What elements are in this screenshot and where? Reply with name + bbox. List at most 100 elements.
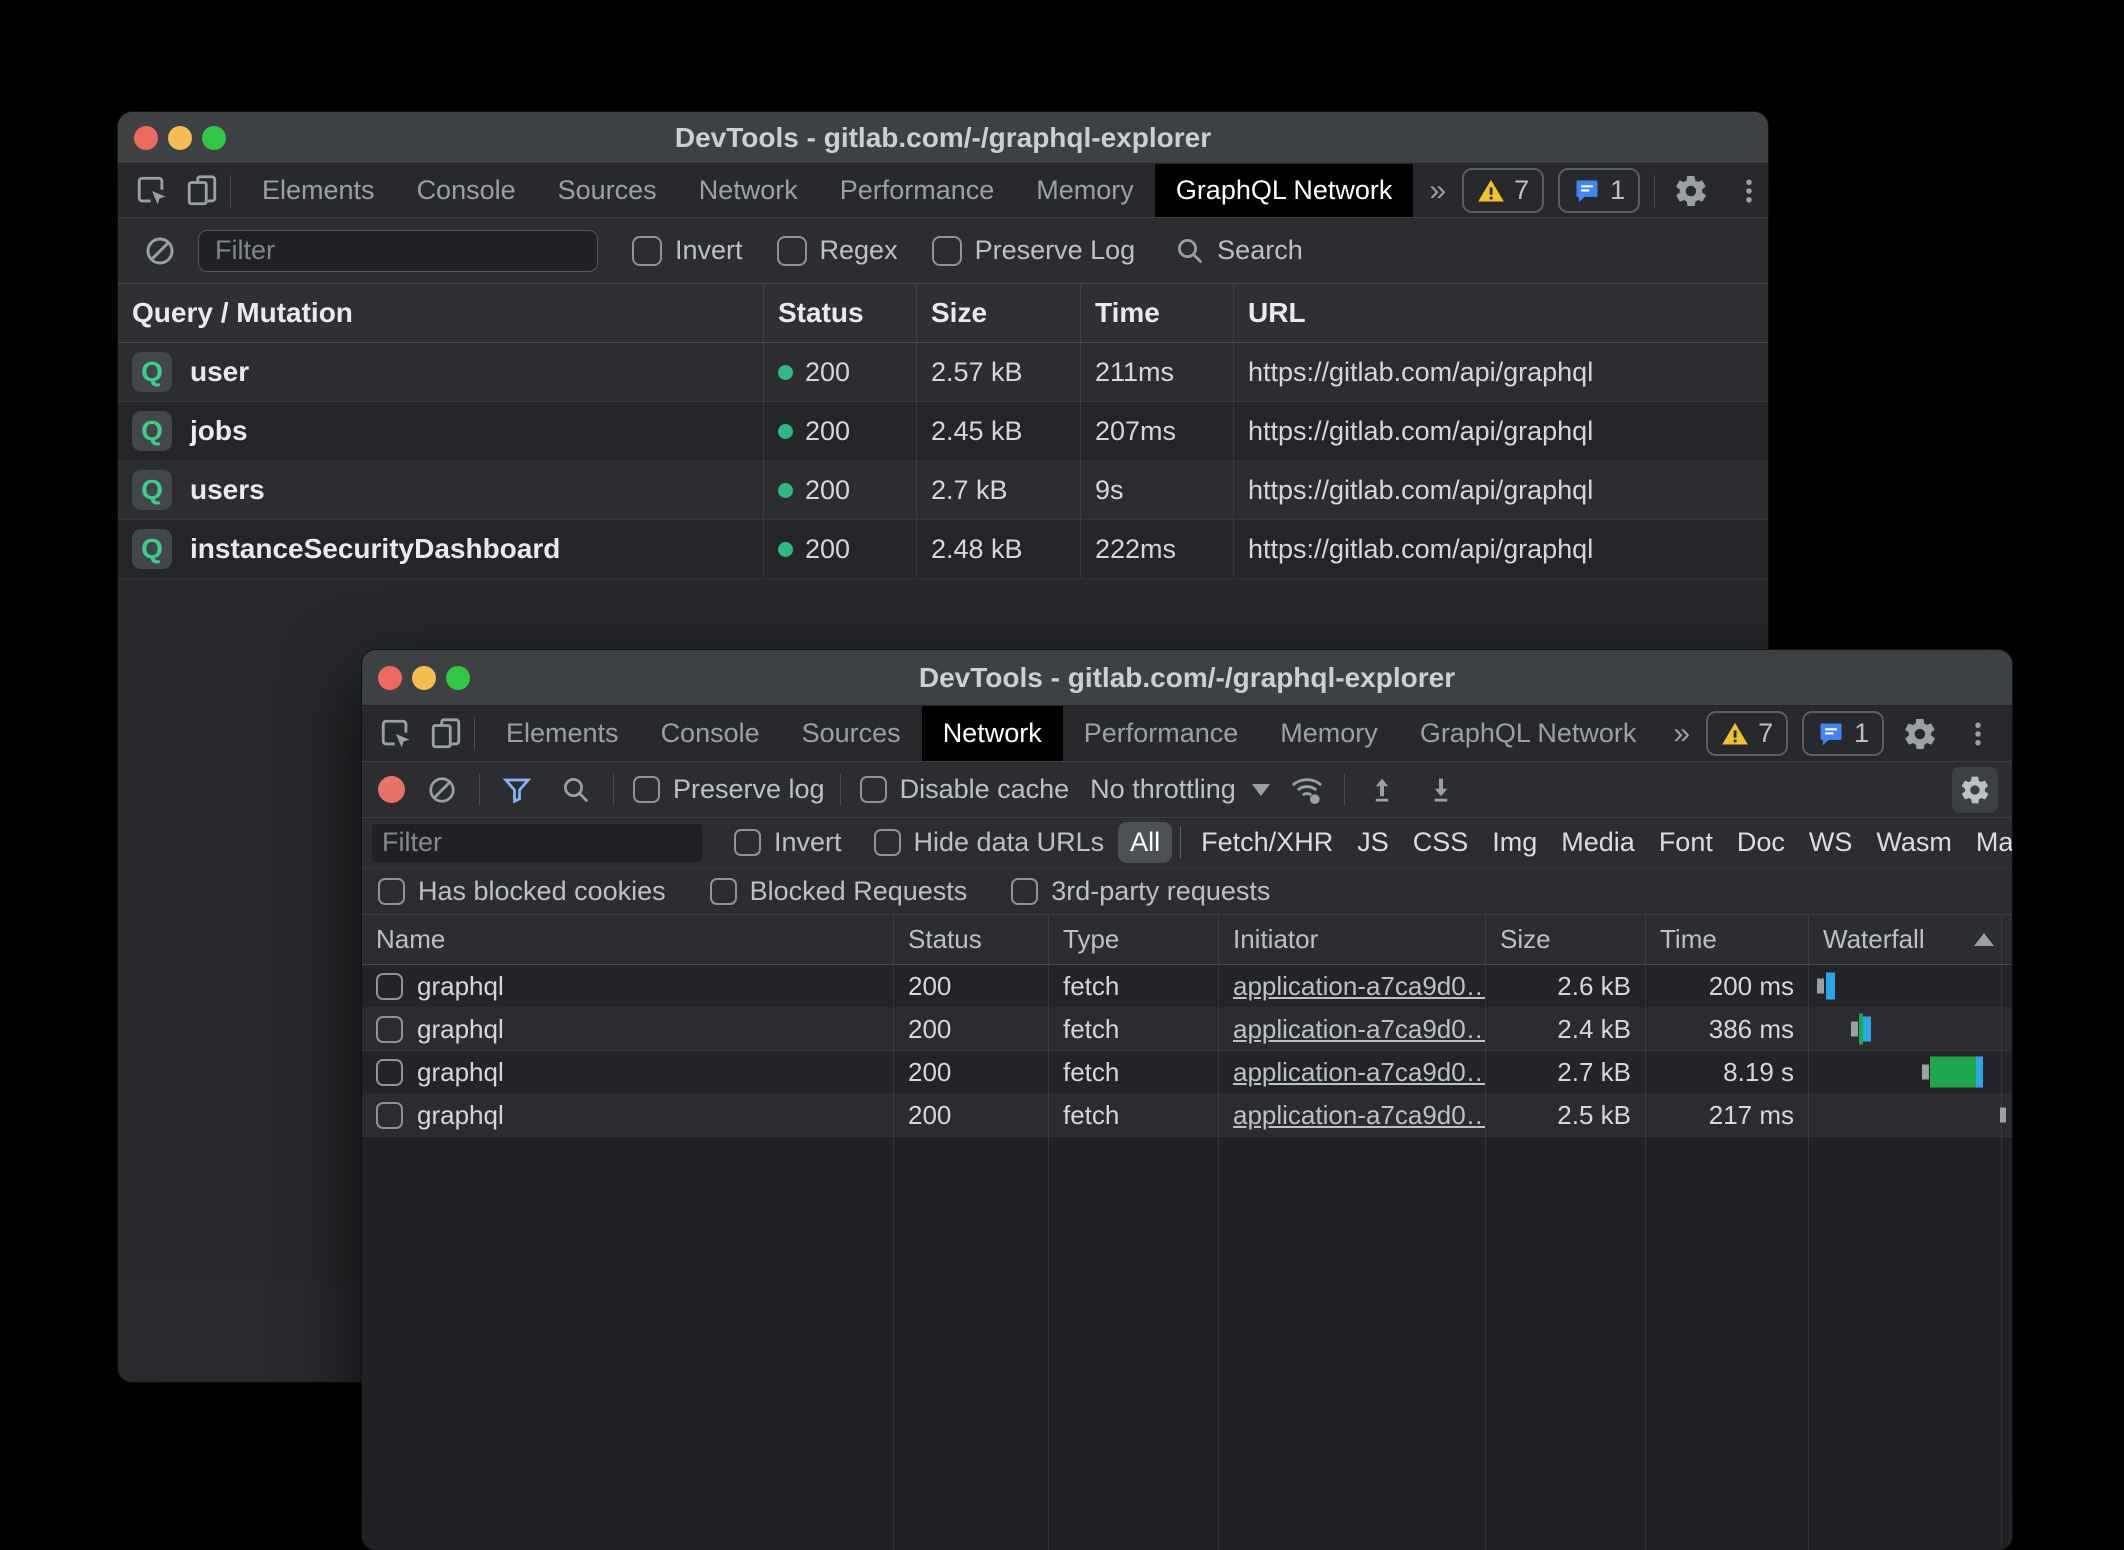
tab-memory[interactable]: Memory [1015,164,1155,217]
tab-graphql-network[interactable]: GraphQL Network [1399,706,1658,761]
inspect-icon[interactable] [130,169,174,213]
filter-type-wasm[interactable]: Wasm [1864,822,1964,863]
initiator-link[interactable]: application-a7ca9d0… [1233,1057,1486,1088]
tab-elements[interactable]: Elements [241,164,396,217]
invert-checkbox[interactable] [632,236,662,266]
network-settings-gear-icon[interactable] [1952,767,1998,813]
column-header-url[interactable]: URL [1234,284,1768,342]
filter-funnel-icon[interactable] [495,768,539,812]
messages-badge[interactable]: 1 [1558,168,1640,213]
initiator-link[interactable]: application-a7ca9d0… [1233,1100,1486,1131]
filter-type-doc[interactable]: Doc [1725,822,1797,863]
export-har-icon[interactable] [1419,768,1463,812]
column-header-size[interactable]: Size [1486,915,1646,964]
search-button[interactable]: Search [1175,235,1303,266]
import-har-icon[interactable] [1360,768,1404,812]
request-name: graphql [417,1100,504,1131]
more-tabs-icon[interactable]: » [1657,706,1706,761]
initiator-link[interactable]: application-a7ca9d0… [1233,1014,1486,1045]
initiator-link[interactable]: application-a7ca9d0… [1233,971,1486,1002]
status-ok-dot [778,424,793,439]
filter-type-css[interactable]: CSS [1401,822,1481,863]
network-conditions-icon[interactable] [1285,768,1329,812]
row-checkbox[interactable] [376,1102,403,1129]
filter-type-img[interactable]: Img [1480,822,1549,863]
kebab-icon[interactable] [1956,712,2000,756]
column-header-type[interactable]: Type [1049,915,1219,964]
tab-console[interactable]: Console [640,706,781,761]
titlebar[interactable]: DevTools - gitlab.com/-/graphql-explorer [362,650,2012,706]
disable-cache-checkbox[interactable] [860,776,887,803]
third-party-requests-checkbox[interactable] [1011,878,1038,905]
hide-data-urls-checkbox[interactable] [874,829,901,856]
table-row[interactable]: Quser 200 2.57 kB 211ms https://gitlab.c… [118,343,1768,402]
throttling-select[interactable]: No throttling [1090,774,1270,805]
tab-network[interactable]: Network [678,164,819,217]
tab-performance[interactable]: Performance [1063,706,1260,761]
regex-checkbox[interactable] [777,236,807,266]
warnings-badge[interactable]: 7 [1706,711,1788,756]
kebab-icon[interactable] [1727,169,1768,213]
tab-sources[interactable]: Sources [781,706,922,761]
titlebar[interactable]: DevTools - gitlab.com/-/graphql-explorer [118,112,1768,164]
row-checkbox[interactable] [376,1059,403,1086]
filter-type-js[interactable]: JS [1345,822,1401,863]
filter-type-media[interactable]: Media [1549,822,1647,863]
column-header-size[interactable]: Size [917,284,1081,342]
column-header-status[interactable]: Status [894,915,1049,964]
column-header-waterfall[interactable]: Waterfall [1809,915,2012,964]
warnings-badge[interactable]: 7 [1462,168,1544,213]
more-tabs-icon[interactable]: » [1413,164,1462,217]
request-row[interactable]: graphql 200 fetch application-a7ca9d0… 2… [362,1051,2012,1094]
column-header-status[interactable]: Status [764,284,917,342]
clear-icon[interactable] [420,768,464,812]
filter-type-fetch-xhr[interactable]: Fetch/XHR [1189,822,1345,863]
search-icon[interactable] [554,768,598,812]
tab-graphql-network[interactable]: GraphQL Network [1155,164,1414,217]
size-value: 2.48 kB [931,534,1023,565]
blocked-requests-checkbox[interactable] [710,878,737,905]
filter-input[interactable] [198,230,598,272]
time-value: 211ms [1095,357,1174,388]
device-toolbar-icon[interactable] [180,169,224,213]
request-row[interactable]: graphql 200 fetch application-a7ca9d0… 2… [362,965,2012,1008]
has-blocked-cookies-checkbox[interactable] [378,878,405,905]
tab-performance[interactable]: Performance [819,164,1016,217]
table-row[interactable]: Qusers 200 2.7 kB 9s https://gitlab.com/… [118,461,1768,520]
column-header-name[interactable]: Name [362,915,894,964]
chevron-down-icon [1252,784,1270,796]
time-value: 200 ms [1646,965,1809,1007]
invert-checkbox[interactable] [734,829,761,856]
column-header-time[interactable]: Time [1646,915,1809,964]
filter-type-font[interactable]: Font [1647,822,1725,863]
column-header-initiator[interactable]: Initiator [1219,915,1486,964]
scrollbar-gutter[interactable] [2001,915,2002,1550]
status-value: 200 [894,1008,1049,1050]
filter-type-manifest[interactable]: Manifest [1964,822,2012,863]
column-header-query-mutation[interactable]: Query / Mutation [118,284,764,342]
inspect-icon[interactable] [374,712,418,756]
filter-type-ws[interactable]: WS [1797,822,1865,863]
record-icon[interactable] [378,776,405,803]
preserve-log-checkbox[interactable] [932,236,962,266]
gear-icon[interactable] [1898,712,1942,756]
table-row[interactable]: Qjobs 200 2.45 kB 207ms https://gitlab.c… [118,402,1768,461]
preserve-log-checkbox[interactable] [633,776,660,803]
device-toolbar-icon[interactable] [424,712,468,756]
request-row[interactable]: graphql 200 fetch application-a7ca9d0… 2… [362,1008,2012,1051]
tab-console[interactable]: Console [396,164,537,217]
filter-type-all[interactable]: All [1118,822,1172,863]
row-checkbox[interactable] [376,973,403,1000]
messages-badge[interactable]: 1 [1802,711,1884,756]
request-row[interactable]: graphql 200 fetch application-a7ca9d0… 2… [362,1094,2012,1137]
column-header-time[interactable]: Time [1081,284,1234,342]
tab-sources[interactable]: Sources [537,164,678,217]
row-checkbox[interactable] [376,1016,403,1043]
table-row[interactable]: QinstanceSecurityDashboard 200 2.48 kB 2… [118,520,1768,579]
gear-icon[interactable] [1669,169,1713,213]
tab-memory[interactable]: Memory [1259,706,1399,761]
block-icon[interactable] [138,229,182,273]
tab-elements[interactable]: Elements [485,706,640,761]
filter-input[interactable] [372,824,702,862]
tab-network[interactable]: Network [922,706,1063,761]
